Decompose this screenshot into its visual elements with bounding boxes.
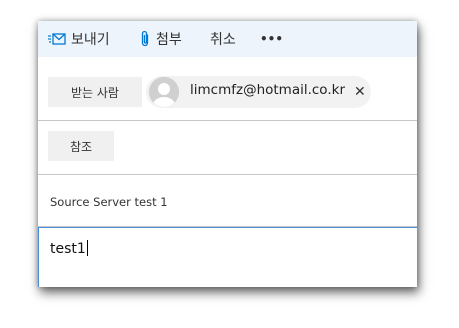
screenshot-stage: 보내기 첨부 취소 ••• 받는 사람 limcmfz@hotmail.co.k… [0,0,459,328]
remove-recipient-icon[interactable]: ✕ [354,84,366,100]
more-options-icon: ••• [260,32,284,46]
attach-label: 첨부 [156,32,182,48]
subject-row[interactable]: Source Server test 1 [38,175,417,227]
send-label: 보내기 [71,32,110,48]
cc-row: 참조 [38,121,417,175]
compose-toolbar: 보내기 첨부 취소 ••• [38,21,417,57]
compose-window: 보내기 첨부 취소 ••• 받는 사람 limcmfz@hotmail.co.k… [38,21,417,287]
avatar [149,77,179,107]
more-options-button[interactable]: ••• [260,29,283,49]
message-body-editor[interactable]: test1 [38,227,417,287]
recipient-email: limcmfz@hotmail.co.kr [190,82,345,98]
attach-button[interactable]: 첨부 [139,29,182,49]
message-body-content: test1 [50,241,86,257]
to-button[interactable]: 받는 사람 [48,77,142,107]
cc-button[interactable]: 참조 [48,131,114,161]
cancel-button[interactable]: 취소 [210,29,236,49]
to-row: 받는 사람 limcmfz@hotmail.co.kr ✕ [38,57,417,121]
paperclip-icon [139,30,151,48]
recipient-chip[interactable]: limcmfz@hotmail.co.kr ✕ [146,76,371,108]
message-body-text[interactable]: test1 [50,240,88,257]
text-caret [86,240,88,256]
send-button[interactable]: 보내기 [48,29,110,49]
subject-field[interactable]: Source Server test 1 [50,195,168,209]
cancel-label: 취소 [210,32,236,48]
send-envelope-icon [48,33,66,45]
